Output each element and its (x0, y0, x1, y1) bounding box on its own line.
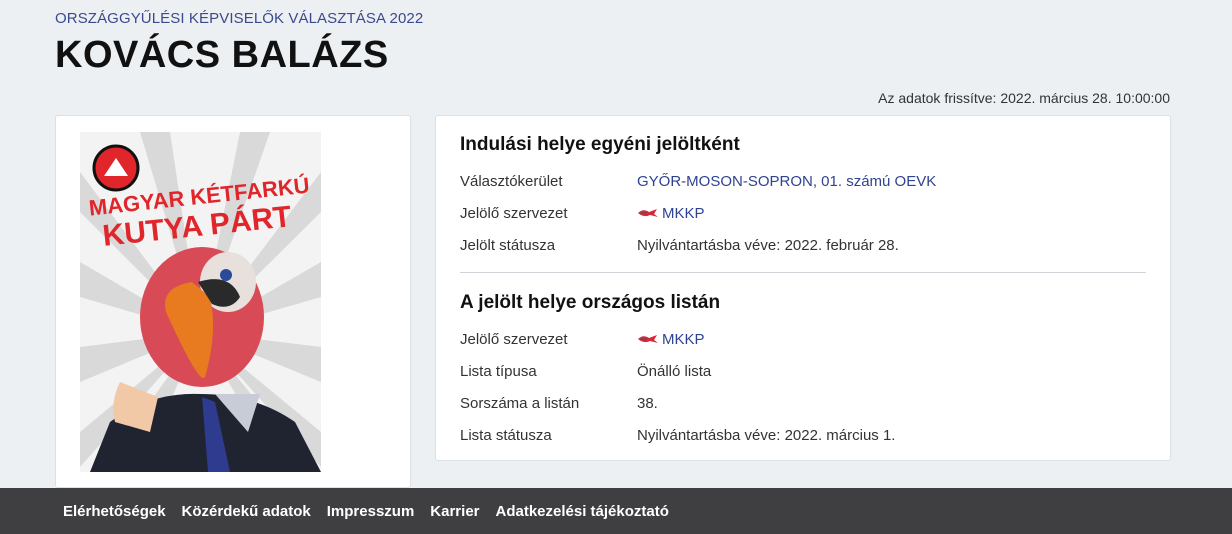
party-logo-icon (638, 335, 658, 343)
election-title[interactable]: Országgyűlési képviselők választása 2022 (55, 10, 423, 27)
list-org-row: Jelölő szervezet MKKP (460, 323, 1146, 355)
footer-link-careers[interactable]: Karrier (430, 503, 479, 520)
list-org-label: Jelölő szervezet (460, 330, 568, 348)
list-type-label: Lista típusa (460, 362, 537, 380)
list-org-name: MKKP (662, 330, 705, 348)
candidate-status-value: Nyilvántartásba véve: 2022. február 28. (637, 236, 899, 254)
list-type-value: Önálló lista (637, 362, 712, 380)
footer-link-contacts[interactable]: Elérhetőségek (63, 503, 166, 520)
list-status-row: Lista státusza Nyilvántartásba véve: 202… (460, 419, 1146, 451)
list-status-label: Lista státusza (460, 426, 552, 444)
list-status-value: Nyilvántartásba véve: 2022. március 1. (637, 426, 896, 444)
list-org-link[interactable]: MKKP (637, 331, 705, 348)
nominating-org-name: MKKP (662, 204, 705, 222)
footer-link-imprint[interactable]: Impresszum (327, 503, 415, 520)
national-section-title: A jelölt helye országos listán (460, 292, 721, 313)
candidate-photo: MAGYAR KÉTFARKÚ KUTYA PÁRT (80, 132, 321, 472)
candidate-status-row: Jelölt státusza Nyilvántartásba véve: 20… (460, 229, 1146, 261)
party-logo-icon (638, 209, 658, 217)
list-type-row: Lista típusa Önálló lista (460, 355, 1146, 387)
district-link[interactable]: GYŐR-MOSON-SOPRON, 01. számú OEVK (637, 173, 936, 190)
nominating-org-row: Jelölő szervezet MKKP (460, 197, 1146, 229)
nominating-org-link[interactable]: MKKP (637, 205, 705, 222)
list-position-value: 38. (637, 394, 658, 412)
candidate-status-label: Jelölt státusza (460, 236, 556, 254)
candidate-name: KOVÁCS BALÁZS (55, 34, 389, 76)
district-row: Választókerület GYŐR-MOSON-SOPRON, 01. s… (460, 165, 1146, 197)
district-label: Választókerület (460, 172, 563, 190)
footer-link-public-data[interactable]: Közérdekű adatok (182, 503, 311, 520)
nominating-org-label: Jelölő szervezet (460, 204, 568, 222)
section-divider (460, 272, 1146, 273)
footer-link-privacy[interactable]: Adatkezelési tájékoztató (496, 503, 669, 520)
individual-section-title: Indulási helye egyéni jelöltként (460, 134, 740, 155)
updated-timestamp: Az adatok frissítve: 2022. március 28. 1… (878, 90, 1170, 106)
list-position-row: Sorszáma a listán 38. (460, 387, 1146, 419)
candidate-info-card: Indulási helye egyéni jelöltként Választ… (435, 115, 1171, 461)
footer: Elérhetőségek Közérdekű adatok Impresszu… (0, 488, 1232, 534)
list-position-label: Sorszáma a listán (460, 394, 580, 412)
page: Országgyűlési képviselők választása 2022… (0, 0, 1232, 534)
photo-card: MAGYAR KÉTFARKÚ KUTYA PÁRT (55, 115, 411, 488)
